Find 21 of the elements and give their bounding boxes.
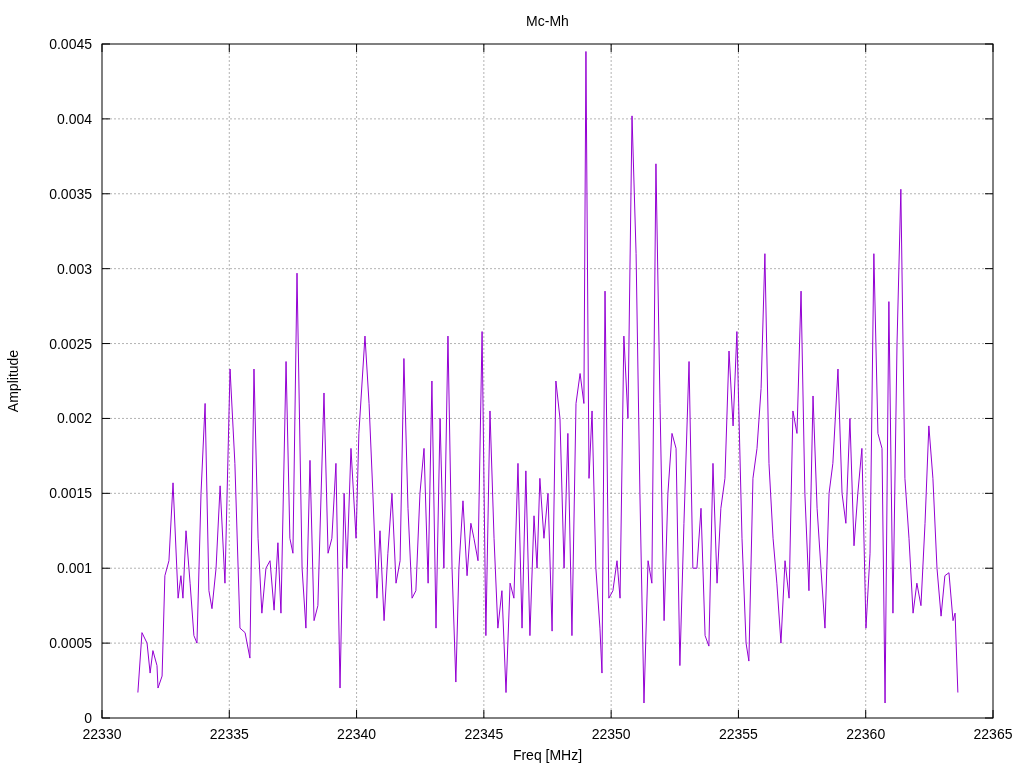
y-tick-label: 0: [84, 710, 92, 726]
x-tick-label: 22355: [718, 726, 758, 742]
y-tick-label: 0.0025: [49, 335, 92, 352]
x-axis-label: Freq [MHz]: [512, 747, 583, 763]
y-axis-label: Amplitude: [5, 349, 21, 413]
y-tick-label: 0.002: [56, 410, 92, 427]
x-tick-label: 22335: [209, 726, 249, 742]
y-tick-label: 0.0045: [49, 36, 92, 52]
y-tick-label: 0.003: [56, 260, 92, 277]
x-tick-label: 22360: [846, 726, 886, 742]
y-tick-label: 0.0015: [49, 485, 92, 502]
y-tick-label: 0.0035: [49, 185, 92, 202]
x-tick-label: 22365: [973, 726, 1013, 742]
x-tick-label: 22330: [82, 726, 122, 742]
y-tick-label: 0.004: [56, 110, 92, 127]
chart-title: Mc-Mh: [526, 13, 569, 29]
x-tick-label: 22340: [337, 726, 377, 742]
x-tick-label: 22350: [591, 726, 631, 742]
y-tick-label: 0.001: [56, 560, 92, 577]
x-tick-label: 22345: [464, 726, 504, 742]
y-tick-label: 0.0005: [49, 635, 92, 652]
